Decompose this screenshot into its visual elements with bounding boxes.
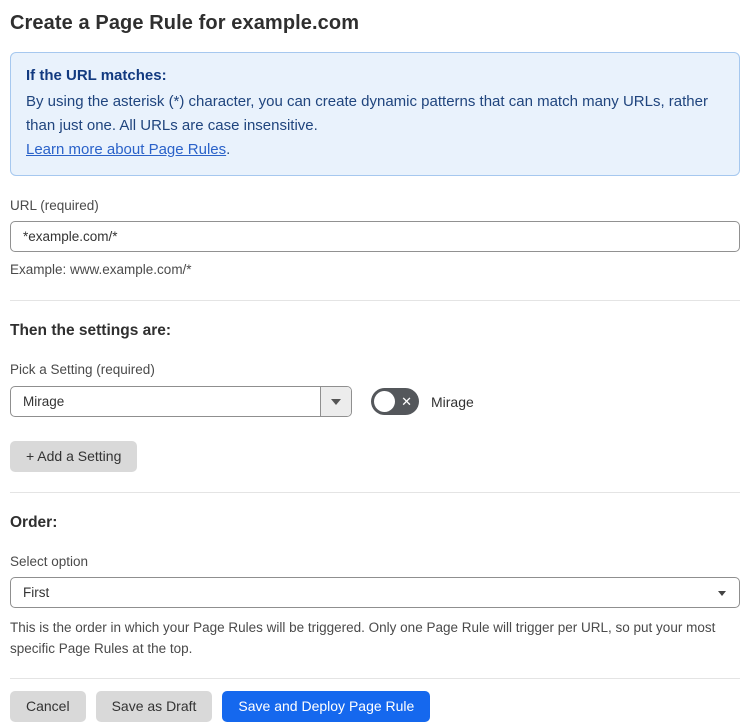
divider bbox=[10, 492, 740, 493]
dropdown-arrow-button[interactable] bbox=[320, 387, 351, 416]
mirage-toggle[interactable]: ✕ bbox=[371, 388, 419, 415]
link-period: . bbox=[226, 141, 231, 158]
caret-down-icon bbox=[331, 398, 341, 405]
order-select-label: Select option bbox=[10, 554, 89, 569]
save-as-draft-button[interactable]: Save as Draft bbox=[95, 691, 213, 722]
add-setting-button[interactable]: + Add a Setting bbox=[10, 441, 138, 472]
setting-picker-value: Mirage bbox=[23, 394, 65, 409]
setting-row: Mirage ✕ Mirage bbox=[10, 386, 740, 417]
caret-down-icon bbox=[718, 590, 726, 596]
cancel-button[interactable]: Cancel bbox=[10, 691, 86, 722]
url-field-label: URL (required) bbox=[10, 198, 99, 213]
url-input[interactable] bbox=[10, 221, 740, 252]
settings-section-heading: Then the settings are: bbox=[10, 322, 172, 339]
info-box-link-line: Learn more about Page Rules. bbox=[26, 138, 724, 162]
order-helper-text: This is the order in which your Page Rul… bbox=[10, 620, 716, 656]
info-box-body: By using the asterisk (*) character, you… bbox=[26, 93, 708, 134]
order-select[interactable]: First bbox=[10, 577, 740, 608]
info-box-heading: If the URL matches: bbox=[26, 67, 167, 84]
url-match-info-box: If the URL matches: By using the asteris… bbox=[10, 52, 740, 176]
learn-more-link[interactable]: Learn more about Page Rules bbox=[26, 141, 226, 158]
url-field-helper: Example: www.example.com/* bbox=[10, 262, 192, 277]
setting-picker-dropdown[interactable]: Mirage bbox=[10, 386, 352, 417]
setting-picker-label: Pick a Setting (required) bbox=[10, 362, 155, 377]
order-section-heading: Order: bbox=[10, 514, 58, 531]
save-and-deploy-button[interactable]: Save and Deploy Page Rule bbox=[222, 691, 431, 722]
x-icon: ✕ bbox=[401, 393, 412, 409]
page-title: Create a Page Rule for example.com bbox=[10, 12, 360, 34]
divider bbox=[10, 678, 740, 679]
footer-button-row: Cancel Save as Draft Save and Deploy Pag… bbox=[10, 691, 740, 722]
order-select-value: First bbox=[23, 585, 50, 600]
toggle-label: Mirage bbox=[431, 393, 474, 410]
divider bbox=[10, 300, 740, 301]
toggle-knob bbox=[374, 391, 395, 412]
